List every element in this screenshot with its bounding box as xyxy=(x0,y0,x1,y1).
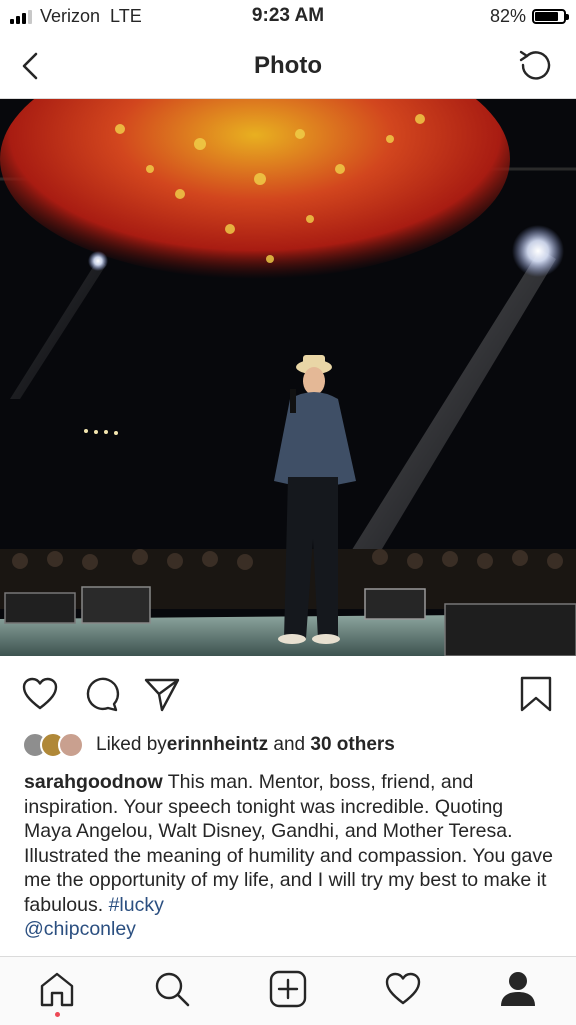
battery-fill xyxy=(535,12,558,21)
stage-photo-image xyxy=(0,99,576,656)
nav-bar: Photo xyxy=(0,34,576,99)
activity-icon[interactable] xyxy=(383,969,423,1009)
liker-avatars xyxy=(22,732,84,758)
caption-hashtag[interactable]: #lucky xyxy=(109,894,164,916)
liker-username[interactable]: erinnheintz xyxy=(167,734,268,756)
heart-icon[interactable] xyxy=(20,674,60,714)
comment-icon[interactable] xyxy=(81,674,121,714)
caption-mention[interactable]: @chipconley xyxy=(24,918,136,940)
post-photo[interactable] xyxy=(0,99,576,656)
notification-dot xyxy=(55,1012,60,1017)
add-post-icon[interactable] xyxy=(268,969,308,1009)
refresh-icon[interactable] xyxy=(516,44,556,84)
likes-summary[interactable]: Liked by erinnheintz and 30 others xyxy=(22,730,395,760)
battery-icon xyxy=(532,9,569,24)
profile-icon[interactable] xyxy=(498,969,538,1009)
likes-middle: and xyxy=(268,734,311,755)
likes-prefix: Liked by xyxy=(96,734,167,755)
bookmark-icon[interactable] xyxy=(516,674,556,714)
search-icon[interactable] xyxy=(152,969,192,1009)
battery-percent: 82% xyxy=(489,6,526,26)
home-icon[interactable] xyxy=(37,969,77,1009)
caption-username[interactable]: sarahgoodnow xyxy=(24,771,163,793)
page-title: Photo xyxy=(254,52,322,79)
status-bar: Verizon LTE 9:23 AM 82% xyxy=(0,0,576,34)
avatar xyxy=(58,732,84,758)
post-actions xyxy=(0,656,576,730)
likes-others[interactable]: 30 others xyxy=(310,734,394,756)
post-caption: sarahgoodnow This man. Mentor, boss, fri… xyxy=(24,770,554,942)
share-icon[interactable] xyxy=(142,674,182,714)
status-right: 82% xyxy=(489,6,569,27)
tab-bar xyxy=(0,956,576,1025)
